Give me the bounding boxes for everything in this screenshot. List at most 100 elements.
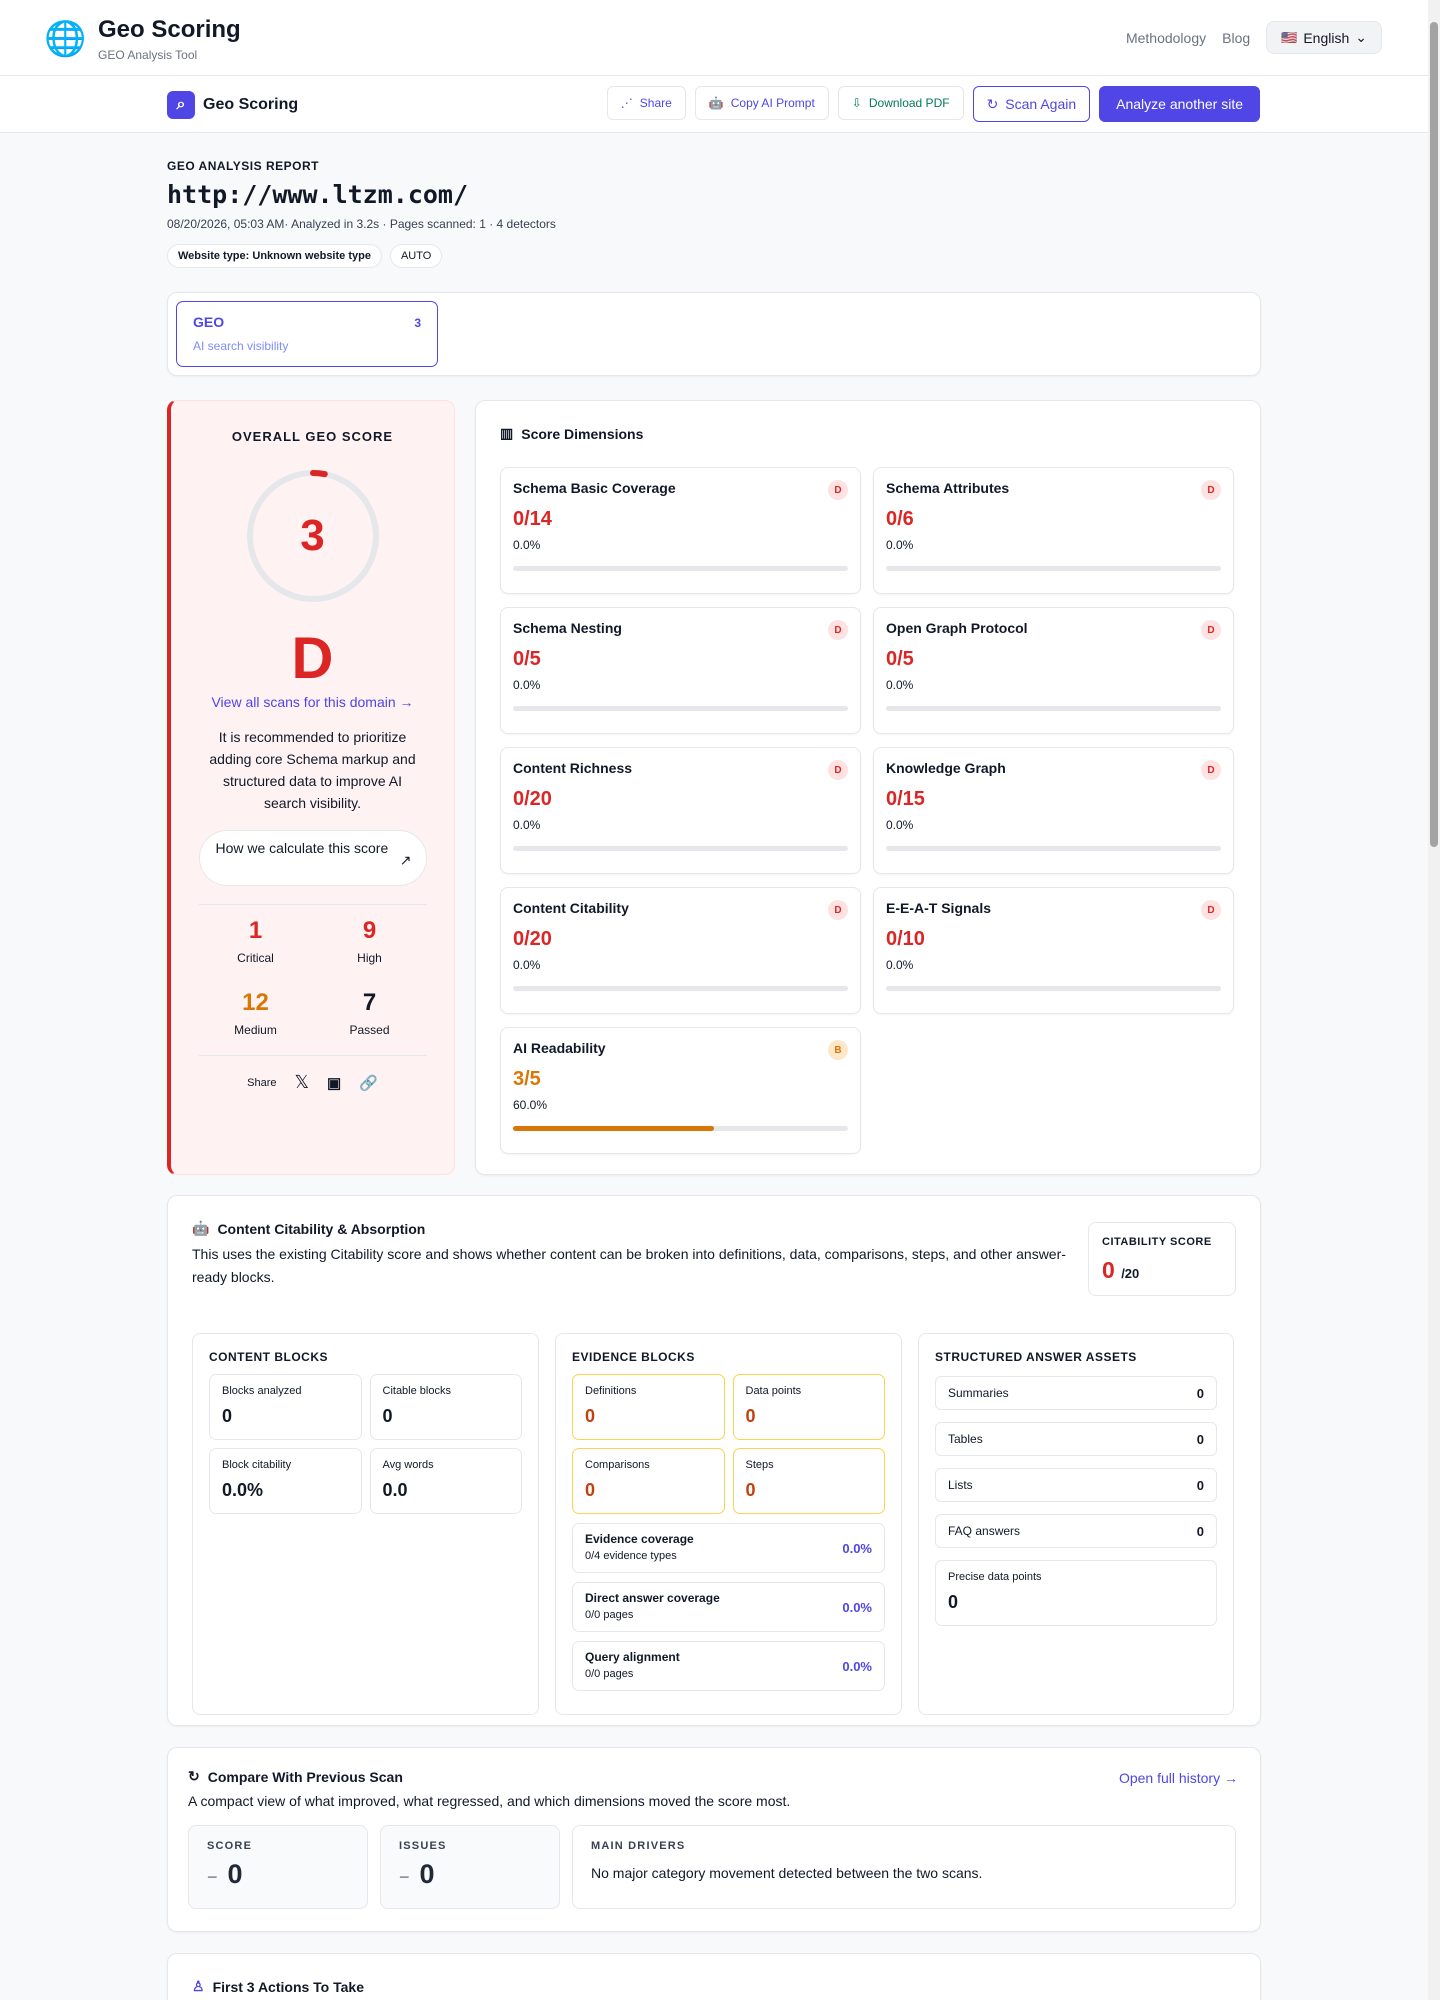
- analysis-tabs: GEO 3 AI search visibility: [167, 292, 1261, 376]
- dimension-card: Content Richness D 0/20 0.0%: [500, 747, 861, 874]
- main-drivers-label: MAIN DRIVERS: [591, 1840, 686, 1852]
- toolbar-brand[interactable]: ⌕ Geo Scoring: [167, 91, 298, 119]
- asset-value: 0: [1196, 1386, 1204, 1401]
- coverage-title: Direct answer coverage: [585, 1591, 720, 1605]
- scrollbar-thumb[interactable]: [1430, 22, 1438, 847]
- dimension-progress-fill: [513, 1126, 714, 1131]
- dimension-card: Knowledge Graph D 0/15 0.0%: [873, 747, 1234, 874]
- coverage-title: Query alignment: [585, 1650, 680, 1664]
- blog-link[interactable]: Blog: [1222, 30, 1250, 46]
- passed-count: 7: [362, 989, 377, 1016]
- issues-change-card: ISSUES −0: [380, 1825, 560, 1909]
- overall-score-card: OVERALL GEO SCORE 3 D View all scans for…: [167, 400, 455, 1175]
- issues-change-value: −0: [399, 1859, 541, 1890]
- dimension-name: Schema Attributes: [886, 480, 1010, 496]
- evidence-blocks-panel: EVIDENCE BLOCKS Definitions 0 Data points…: [555, 1333, 902, 1715]
- score-recommendation: It is recommended to prioritize adding c…: [209, 729, 416, 811]
- dimension-progress: [886, 846, 1221, 851]
- app-subtitle: GEO Analysis Tool: [98, 48, 198, 62]
- tab-geo[interactable]: GEO 3 AI search visibility: [176, 301, 438, 367]
- dimension-score: 0/5: [886, 648, 914, 670]
- dimension-name: AI Readability: [513, 1040, 606, 1056]
- metric-label: Avg words: [382, 1459, 434, 1471]
- report-toolbar: ⌕ Geo Scoring ⋰ Share 🤖 Copy AI Prompt ⇩ Do…: [0, 76, 1440, 133]
- dimension-progress: [513, 846, 848, 851]
- first-actions-card: ♙ First 3 Actions To Take: [167, 1953, 1261, 2000]
- content-blocks-grid: Blocks analyzed 0 Citable blocks 0 Block c…: [209, 1374, 522, 1514]
- score-dimensions-card: ▥ Score Dimensions Schema Basic Coverage D…: [475, 400, 1261, 1175]
- high-stat: 9 High: [313, 917, 427, 965]
- refresh-icon: ↻: [188, 1768, 200, 1784]
- report-label: GEO ANALYSIS REPORT: [167, 159, 319, 173]
- language-selector[interactable]: 🇺🇸 English ⌄: [1266, 21, 1382, 54]
- issues-change-indicator: −: [399, 1867, 410, 1887]
- linkedin-icon[interactable]: ▣: [327, 1074, 341, 1092]
- metric-value: 0.0%: [222, 1480, 264, 1500]
- content-citability-card: 🤖 Content Citability & Absorption This us…: [167, 1195, 1261, 1726]
- grade-badge: D: [828, 900, 848, 920]
- issue-stats: 1 Critical 9 High 12 Medium 7 Passed: [199, 917, 427, 1037]
- issues-change-number: 0: [419, 1859, 435, 1889]
- asset-label: FAQ answers: [948, 1524, 1021, 1538]
- methodology-link[interactable]: Methodology: [1126, 30, 1206, 46]
- dimension-percent: 0.0%: [886, 678, 914, 692]
- dimension-card: Schema Attributes D 0/6 0.0%: [873, 467, 1234, 594]
- main-drivers-text: No major category movement detected betw…: [591, 1865, 983, 1881]
- asset-value: 0: [1196, 1432, 1204, 1447]
- citability-title-label: Content Citability & Absorption: [217, 1220, 426, 1237]
- structured-assets-title: STRUCTURED ANSWER ASSETS: [935, 1350, 1137, 1364]
- metric-label: Blocks analyzed: [222, 1385, 302, 1397]
- asset-row: Tables 0: [935, 1422, 1217, 1456]
- coverage-row: Query alignment 0/0 pages 0.0%: [572, 1641, 885, 1691]
- citability-score-box: CITABILITY SCORE 0 /20: [1088, 1222, 1236, 1296]
- refresh-icon: ↻: [986, 95, 999, 112]
- copy-ai-prompt-button[interactable]: 🤖 Copy AI Prompt: [694, 86, 829, 120]
- share-icon: ⋰: [620, 96, 633, 110]
- copy-link-icon[interactable]: 🔗: [359, 1074, 378, 1092]
- page-scrollbar[interactable]: [1428, 0, 1440, 2000]
- metric-value: 0.0: [382, 1480, 408, 1500]
- dimension-progress: [513, 566, 848, 571]
- scan-again-button[interactable]: ↻ Scan Again: [972, 86, 1091, 122]
- us-flag-icon: 🇺🇸: [1281, 29, 1298, 45]
- score-divider: [198, 904, 427, 905]
- dimension-percent: 0.0%: [513, 538, 541, 552]
- score-dimensions-label: Score Dimensions: [521, 425, 644, 442]
- dimension-card: Open Graph Protocol D 0/5 0.0%: [873, 607, 1234, 734]
- toolbar-title: Geo Scoring: [203, 96, 299, 113]
- dimension-score: 0/10: [886, 928, 925, 950]
- evidence-card: Data points 0: [732, 1374, 885, 1440]
- evidence-value: 0: [745, 1406, 756, 1426]
- evidence-card: Definitions 0: [572, 1374, 725, 1440]
- tab-title: GEO: [193, 314, 225, 330]
- website-type-value: Unknown website type: [252, 250, 371, 262]
- dimension-percent: 0.0%: [886, 958, 914, 972]
- app-brand[interactable]: 🌐 Geo Scoring GEO Analysis Tool: [44, 16, 241, 62]
- coverage-value: 0.0%: [842, 1600, 872, 1615]
- evidence-blocks-grid: Definitions 0 Data points 0 Comparisons 0 S…: [572, 1374, 885, 1514]
- citability-description: This uses the existing Citability score …: [192, 1246, 1066, 1285]
- dimension-name: E-E-A-T Signals: [886, 900, 992, 916]
- download-pdf-button[interactable]: ⇩ Download PDF: [837, 86, 964, 120]
- compare-title: ↻ Compare With Previous Scan: [188, 1768, 1240, 1785]
- score-change-value: −0: [207, 1859, 349, 1890]
- calculate-label: How we calculate this score: [215, 840, 389, 856]
- view-domain-scans-link[interactable]: View all scans for this domain →: [171, 694, 454, 710]
- how-score-calculated-button[interactable]: How we calculate this score ↗: [198, 830, 427, 886]
- globe-icon: 🌐: [44, 20, 87, 58]
- metric-card: Avg words 0.0: [369, 1448, 522, 1514]
- high-label: High: [357, 951, 382, 965]
- dimension-percent: 0.0%: [513, 958, 541, 972]
- dimension-card: AI Readability B 3/5 60.0%: [500, 1027, 861, 1154]
- dimension-progress: [513, 706, 848, 711]
- dimension-percent: 0.0%: [886, 538, 914, 552]
- analyze-another-site-button[interactable]: Analyze another site: [1099, 86, 1260, 122]
- open-full-history-link[interactable]: Open full history →: [1119, 1770, 1238, 1786]
- download-pdf-label: Download PDF: [868, 96, 950, 110]
- evidence-value: 0: [585, 1406, 596, 1426]
- share-button[interactable]: ⋰ Share: [606, 86, 686, 120]
- x-icon[interactable]: 𝕏: [294, 1072, 309, 1093]
- dimension-score: 0/6: [886, 508, 914, 530]
- copy-prompt-label: Copy AI Prompt: [730, 96, 815, 110]
- overall-grade: D: [291, 626, 334, 691]
